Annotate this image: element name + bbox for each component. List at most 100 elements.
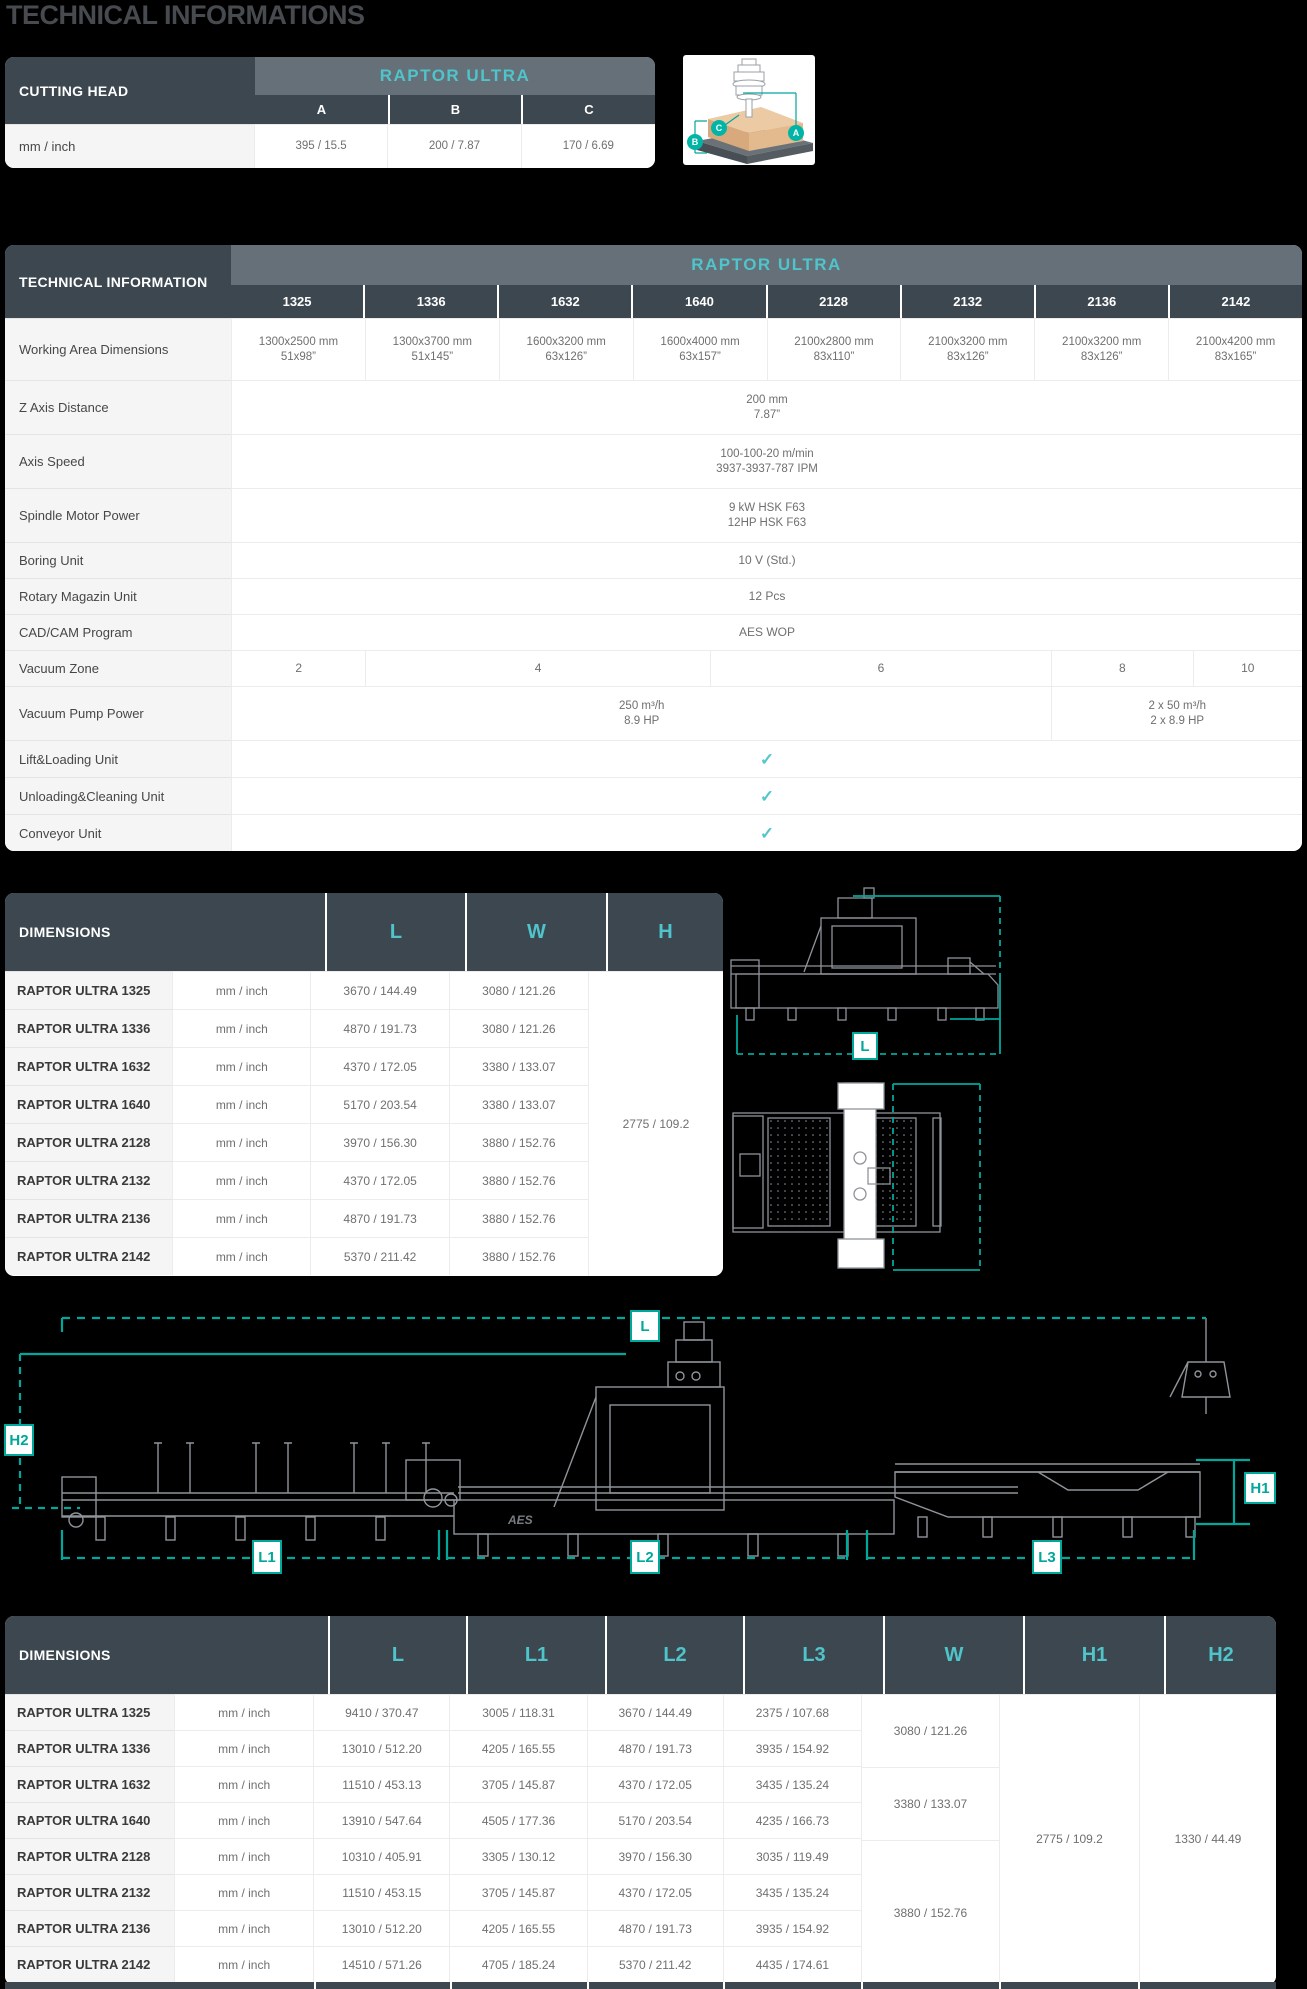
unit-label: mm / inch [172, 1161, 310, 1199]
column-header-h2: H2 [1164, 1616, 1276, 1694]
w-merged-value: 3080 / 121.26 [861, 1694, 999, 1767]
l3-value: 3935 / 154.92 [723, 1730, 861, 1766]
rotary-magazin-row: Rotary Magazin Unit 12 Pcs [5, 578, 1302, 614]
column-header-l3: L3 [743, 1616, 883, 1694]
cadcam-row: CAD/CAM Program AES WOP [5, 614, 1302, 650]
column-header-l2: L2 [605, 1616, 743, 1694]
unit-label: mm / inch [174, 1874, 313, 1910]
working-area-inch: 63x157” [679, 350, 721, 365]
l2-value: 5170 / 203.54 [587, 1802, 723, 1838]
model-name: RAPTOR ULTRA 1336 [5, 1730, 174, 1766]
w-value: 3880 / 152.76 [449, 1199, 588, 1237]
l3-value: 4235 / 166.73 [723, 1802, 861, 1838]
pump-hp: 8.9 HP [624, 714, 659, 729]
w-value: 3080 / 121.26 [449, 1009, 588, 1047]
dimensions-title: DIMENSIONS [5, 1616, 328, 1694]
l-value: 4370 / 172.05 [310, 1161, 448, 1199]
axis-speed-metric: 100-100-20 m/min [720, 447, 813, 462]
table-row: RAPTOR ULTRA 1632 mm / inch 4370 / 172.0… [5, 1047, 588, 1085]
l-value: 13910 / 547.64 [313, 1802, 449, 1838]
l-value: 13010 / 512.20 [313, 1910, 449, 1946]
value-a: 395 / 15.5 [254, 124, 387, 168]
model-name: RAPTOR ULTRA 2136 [5, 1199, 172, 1237]
row-label: Vacuum Pump Power [5, 686, 231, 740]
table-row: RAPTOR ULTRA 2142 mm / inch 14510 / 571.… [5, 1946, 861, 1982]
vacuum-zone-value: 10 [1193, 650, 1302, 686]
model-header: 1640 [631, 285, 765, 318]
tech-info-brand-header: RAPTOR ULTRA [231, 245, 1302, 285]
model-name: RAPTOR ULTRA 2128 [5, 1838, 174, 1874]
l3-value: 3935 / 154.92 [723, 1910, 861, 1946]
working-area-mm: 1600x3200 mm [527, 335, 606, 350]
table-row: RAPTOR ULTRA 2132 mm / inch 11510 / 453.… [5, 1874, 861, 1910]
working-area-mm: 2100x2800 mm [794, 335, 873, 350]
column-header-l1: L1 [466, 1616, 605, 1694]
l-value: 5370 / 211.42 [310, 1237, 448, 1275]
row-label: Axis Speed [5, 434, 231, 488]
w-value: 3880 / 152.76 [449, 1161, 588, 1199]
row-label: Working Area Dimensions [5, 318, 231, 380]
model-name: RAPTOR ULTRA 1325 [5, 971, 172, 1009]
model-name: RAPTOR ULTRA 1640 [5, 1802, 174, 1838]
dimensions-title: DIMENSIONS [5, 893, 325, 971]
l1-value: 3705 / 145.87 [449, 1766, 586, 1802]
table-row: RAPTOR ULTRA 2136 mm / inch 13010 / 512.… [5, 1910, 861, 1946]
row-label: Unloading&Cleaning Unit [5, 777, 231, 814]
model-name: RAPTOR ULTRA 1632 [5, 1766, 174, 1802]
machine-top-view-diagram [726, 1076, 1011, 1276]
l1-value: 3705 / 145.87 [449, 1874, 586, 1910]
technical-informations-page: { "page": { "title": "TECHNICAL INFORMAT… [0, 0, 1307, 1989]
dim-label-l: L [852, 1032, 878, 1060]
row-label: Lift&Loading Unit [5, 740, 231, 777]
model-name: RAPTOR ULTRA 1336 [5, 1009, 172, 1047]
cutting-head-figure: A B C [683, 55, 815, 165]
axis-speed-ipm: 3937-3937-787 IPM [716, 462, 818, 477]
working-area-inch: 83x165” [1215, 350, 1257, 365]
h2-merged-value: 1330 / 44.49 [1139, 1694, 1276, 1983]
l2-value: 3970 / 156.30 [587, 1838, 723, 1874]
cutoff-table-header-strip [5, 1982, 1276, 1989]
table-row: RAPTOR ULTRA 2142 mm / inch 5370 / 211.4… [5, 1237, 588, 1275]
row-label: CAD/CAM Program [5, 614, 231, 650]
model-name: RAPTOR ULTRA 2128 [5, 1123, 172, 1161]
unit-label: mm / inch [174, 1766, 313, 1802]
l3-value: 3035 / 119.49 [723, 1838, 861, 1874]
l3-value: 2375 / 107.68 [723, 1694, 861, 1730]
model-header: 1325 [231, 285, 363, 318]
l-value: 13010 / 512.20 [313, 1730, 449, 1766]
z-axis-inch: 7.87” [754, 408, 780, 423]
figure-label-c: C [716, 123, 723, 133]
l1-value: 4205 / 165.55 [449, 1910, 586, 1946]
model-header: 1632 [497, 285, 631, 318]
unit-label: mm / inch [5, 124, 254, 168]
unit-label: mm / inch [172, 1123, 310, 1161]
w-value: 3380 / 133.07 [449, 1047, 588, 1085]
page-title: TECHNICAL INFORMATIONS [6, 0, 364, 31]
unit-label: mm / inch [172, 1199, 310, 1237]
l2-value: 4370 / 172.05 [587, 1766, 723, 1802]
row-label: Rotary Magazin Unit [5, 578, 231, 614]
l1-value: 4505 / 177.36 [449, 1802, 586, 1838]
model-name: RAPTOR ULTRA 1632 [5, 1047, 172, 1085]
model-header: 2132 [900, 285, 1034, 318]
unloading-cleaning-row: Unloading&Cleaning Unit ✓ [5, 777, 1302, 814]
technical-information-table: TECHNICAL INFORMATION RAPTOR ULTRA 1325 … [5, 245, 1302, 851]
model-name: RAPTOR ULTRA 2136 [5, 1910, 174, 1946]
dim-label-h1: H1 [1244, 1472, 1276, 1504]
row-label: Z Axis Distance [5, 380, 231, 434]
z-axis-mm: 200 mm [746, 393, 788, 408]
dim-label-l2: L2 [630, 1540, 660, 1574]
l-value: 4370 / 172.05 [310, 1047, 448, 1085]
machine-logo: AES [507, 1513, 533, 1527]
working-area-inch: 63x126” [545, 350, 587, 365]
working-area-inch: 51x98” [281, 350, 316, 365]
l1-value: 3305 / 130.12 [449, 1838, 586, 1874]
dimensions-lwh-table: DIMENSIONS L W H RAPTOR ULTRA 1325 mm / … [5, 893, 723, 1276]
working-area-mm: 2100x3200 mm [1062, 335, 1141, 350]
w-value: 3880 / 152.76 [449, 1237, 588, 1275]
l2-value: 4370 / 172.05 [587, 1874, 723, 1910]
row-label: Spindle Motor Power [5, 488, 231, 542]
l-value: 11510 / 453.15 [313, 1874, 449, 1910]
model-name: RAPTOR ULTRA 2142 [5, 1946, 174, 1982]
unit-label: mm / inch [174, 1730, 313, 1766]
